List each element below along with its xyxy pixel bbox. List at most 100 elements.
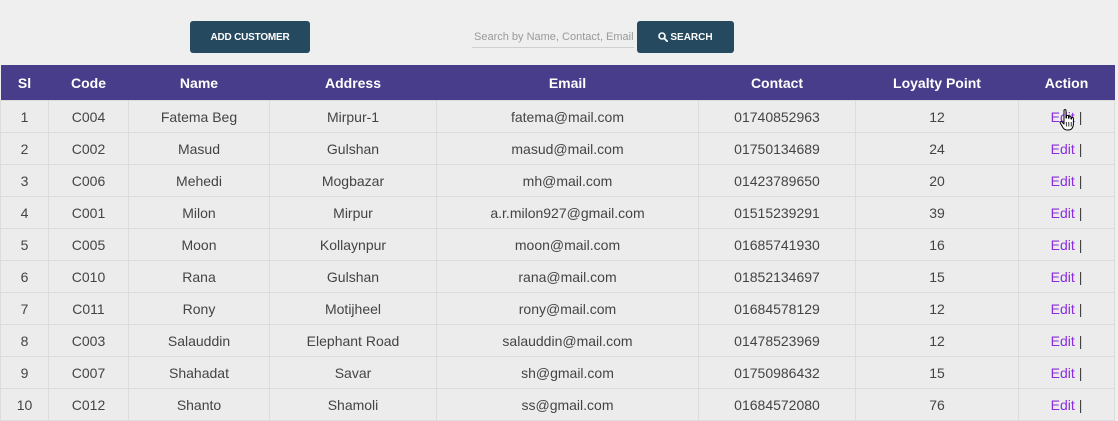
customer-list-page: ADD CUSTOMER SEARCH Sl Code Name (0, 0, 1118, 421)
cell-contact: 01685741930 (698, 228, 856, 261)
cell-action: Edit | (1018, 260, 1115, 293)
edit-link[interactable]: Edit (1051, 397, 1075, 413)
edit-link[interactable]: Edit (1051, 109, 1075, 125)
cell-action: Edit | (1018, 324, 1115, 357)
cell-code: C002 (48, 132, 129, 165)
cell-email: mh@mail.com (436, 164, 699, 197)
cell-email: sh@gmail.com (436, 356, 699, 389)
header-name: Name (128, 65, 270, 101)
table-row: 6 C010 Rana Gulshan rana@mail.com 01852134697… (0, 260, 1115, 293)
cell-address: Mirpur (269, 196, 437, 229)
cell-name: Shanto (128, 388, 270, 421)
cell-action: Edit | (1018, 292, 1115, 325)
cell-name: Moon (128, 228, 270, 261)
cell-loyalty-point: 20 (855, 164, 1019, 197)
action-separator: | (1078, 108, 1083, 125)
cell-address: Mirpur-1 (269, 100, 437, 133)
action-separator: | (1078, 236, 1083, 253)
edit-link[interactable]: Edit (1051, 301, 1075, 317)
search-button[interactable]: SEARCH (637, 21, 734, 53)
action-separator: | (1078, 204, 1083, 221)
table-row: 1 C004 Fatema Beg Mirpur-1 fatema@mail.com 01… (0, 100, 1115, 133)
cell-loyalty-point: 12 (855, 292, 1019, 325)
cell-address: Kollaynpur (269, 228, 437, 261)
cell-email: rony@mail.com (436, 292, 699, 325)
action-separator: | (1078, 300, 1083, 317)
cell-contact: 01684578129 (698, 292, 856, 325)
cell-action: Edit | (1018, 388, 1115, 421)
cell-address: Shamoli (269, 388, 437, 421)
cell-email: a.r.milon927@gmail.com (436, 196, 699, 229)
cell-loyalty-point: 12 (855, 100, 1019, 133)
cell-email: masud@mail.com (436, 132, 699, 165)
cell-loyalty-point: 12 (855, 324, 1019, 357)
cell-sl: 10 (0, 388, 49, 421)
cell-code: C001 (48, 196, 129, 229)
table-row: 4 C001 Milon Mirpur a.r.milon927@gmail.com 01… (0, 196, 1115, 229)
add-customer-button[interactable]: ADD CUSTOMER (190, 21, 310, 53)
cell-email: salauddin@mail.com (436, 324, 699, 357)
cell-contact: 01478523969 (698, 324, 856, 357)
table-row: 9 C007 Shahadat Savar sh@gmail.com 0175098643… (0, 356, 1115, 389)
search-input[interactable] (472, 26, 634, 48)
table-row: 2 C002 Masud Gulshan masud@mail.com 017501346… (0, 132, 1115, 165)
cell-name: Rony (128, 292, 270, 325)
edit-link[interactable]: Edit (1051, 141, 1075, 157)
table-row: 5 C005 Moon Kollaynpur moon@mail.com 01685741… (0, 228, 1115, 261)
cell-sl: 9 (0, 356, 49, 389)
cell-contact: 01684572080 (698, 388, 856, 421)
cell-email: fatema@mail.com (436, 100, 699, 133)
cell-code: C004 (48, 100, 129, 133)
cell-address: Savar (269, 356, 437, 389)
header-address: Address (269, 65, 437, 101)
search-button-label: SEARCH (670, 31, 713, 43)
cell-address: Elephant Road (269, 324, 437, 357)
cell-address: Gulshan (269, 260, 437, 293)
cell-code: C011 (48, 292, 129, 325)
table-row: 3 C006 Mehedi Mogbazar mh@mail.com 0142378965… (0, 164, 1115, 197)
cell-sl: 3 (0, 164, 49, 197)
cell-sl: 2 (0, 132, 49, 165)
edit-link[interactable]: Edit (1051, 269, 1075, 285)
cell-email: ss@gmail.com (436, 388, 699, 421)
cell-address: Gulshan (269, 132, 437, 165)
edit-link[interactable]: Edit (1051, 205, 1075, 221)
header-sl: Sl (0, 65, 49, 101)
header-email: Email (436, 65, 699, 101)
cell-email: rana@mail.com (436, 260, 699, 293)
customer-table: Sl Code Name Address Email Contact Loyal… (0, 65, 1115, 421)
cell-name: Salauddin (128, 324, 270, 357)
cell-contact: 01852134697 (698, 260, 856, 293)
edit-link[interactable]: Edit (1051, 333, 1075, 349)
search-icon (658, 32, 669, 42)
cell-name: Milon (128, 196, 270, 229)
cell-name: Fatema Beg (128, 100, 270, 133)
table-header-row: Sl Code Name Address Email Contact Loyal… (0, 65, 1115, 101)
table-row: 8 C003 Salauddin Elephant Road salauddin@mai… (0, 324, 1115, 357)
cell-action: Edit | (1018, 228, 1115, 261)
cell-code: C006 (48, 164, 129, 197)
cell-name: Shahadat (128, 356, 270, 389)
cell-address: Mogbazar (269, 164, 437, 197)
cell-code: C012 (48, 388, 129, 421)
header-contact: Contact (698, 65, 856, 101)
cell-email: moon@mail.com (436, 228, 699, 261)
header-code: Code (48, 65, 129, 101)
cell-contact: 01515239291 (698, 196, 856, 229)
cell-code: C007 (48, 356, 129, 389)
cell-action: Edit | (1018, 164, 1115, 197)
edit-link[interactable]: Edit (1051, 173, 1075, 189)
table-row: 10 C012 Shanto Shamoli ss@gmail.com 016845720… (0, 388, 1115, 421)
cell-loyalty-point: 24 (855, 132, 1019, 165)
cell-contact: 01740852963 (698, 100, 856, 133)
cell-action: Edit | (1018, 132, 1115, 165)
cell-address: Motijheel (269, 292, 437, 325)
cell-sl: 5 (0, 228, 49, 261)
action-separator: | (1078, 396, 1083, 413)
cell-name: Masud (128, 132, 270, 165)
edit-link[interactable]: Edit (1051, 237, 1075, 253)
edit-link[interactable]: Edit (1051, 365, 1075, 381)
cell-sl: 1 (0, 100, 49, 133)
header-action: Action (1018, 65, 1115, 101)
cell-sl: 4 (0, 196, 49, 229)
